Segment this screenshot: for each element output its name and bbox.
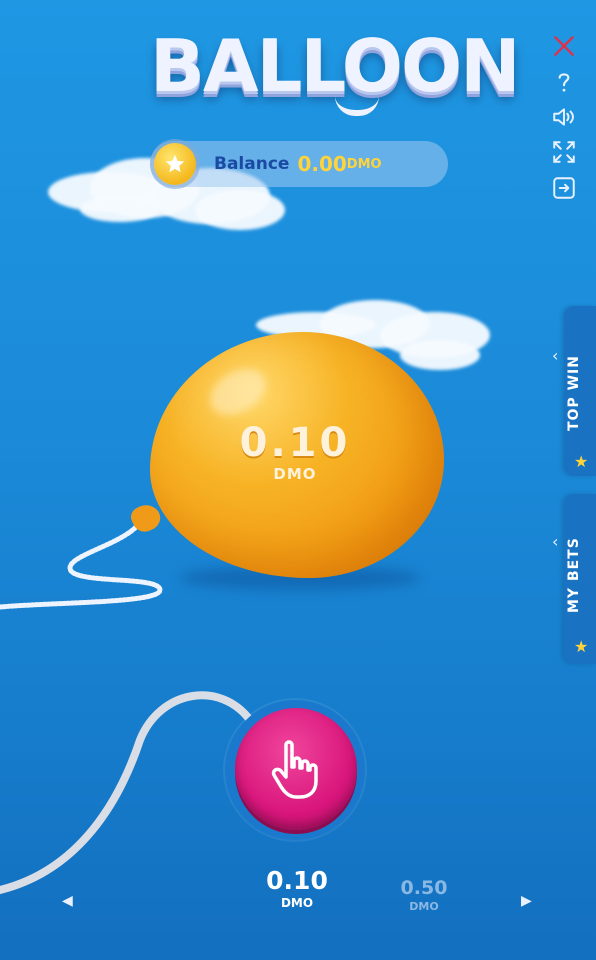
bet-value-option[interactable]: 0.50 [388,877,460,899]
balance-label: Balance [214,154,290,174]
pump-button[interactable] [235,708,357,830]
balloon-multiplier-value: 0.10 [239,420,351,466]
balance-unit: DMO [346,156,382,172]
hand-pointer-icon [271,740,318,799]
tab-my-bets-label: MY BETS [566,537,582,613]
fullscreen-icon[interactable] [550,138,578,166]
star-icon: ★ [574,452,589,471]
exit-icon[interactable] [550,174,578,202]
sound-icon[interactable] [550,103,578,131]
balance-coin-icon [154,143,196,185]
arrow-right-icon[interactable]: ▶ [521,893,532,909]
game-title: BALLOON [150,24,520,108]
star-icon: ★ [574,637,589,656]
balance-value: 0.00 [297,152,347,176]
bet-value-selected[interactable]: 0.10 [252,866,342,895]
game-scene: BALLOON Balance 0.00 DMO 0.10 DMO TOP WI… [0,0,596,960]
help-icon[interactable] [550,68,578,96]
bet-unit-option: DMO [409,900,439,913]
bet-unit-selected: DMO [280,896,314,910]
chevron-left-icon[interactable]: ‹ [552,346,558,365]
balloon-multiplier-unit: DMO [273,465,317,483]
close-icon[interactable] [550,32,578,60]
tab-top-win[interactable]: TOP WIN [564,306,596,476]
tab-top-win-label: TOP WIN [566,355,582,431]
arrow-left-icon[interactable]: ◀ [62,893,73,909]
chevron-left-icon[interactable]: ‹ [552,532,558,551]
